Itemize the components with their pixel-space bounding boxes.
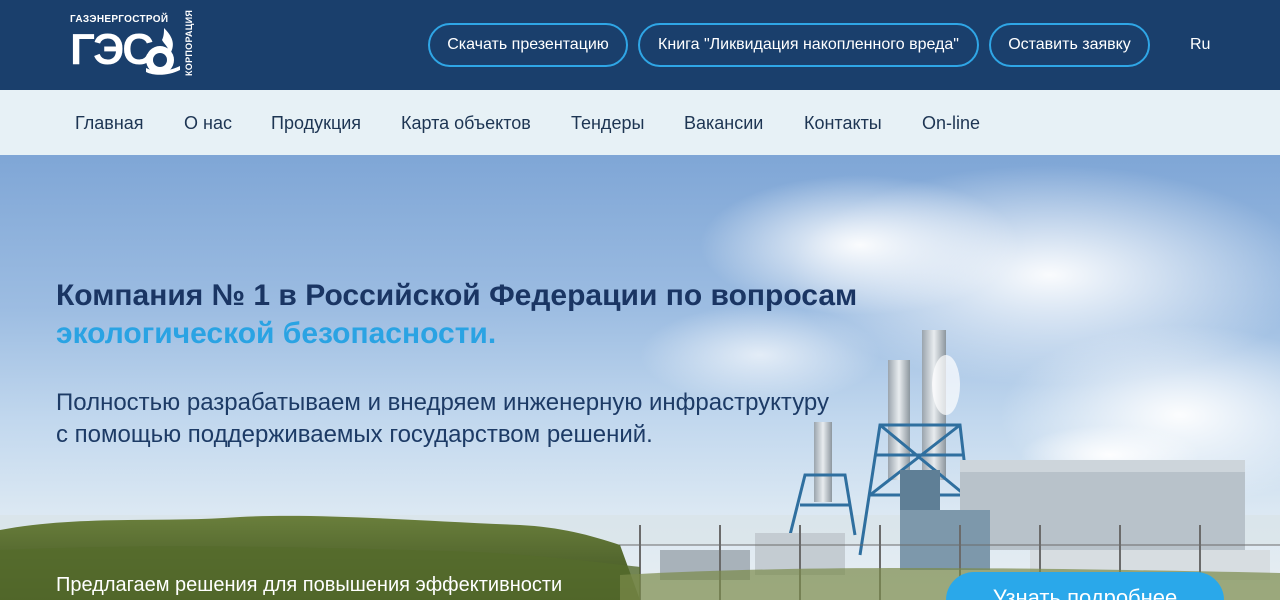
company-logo[interactable]: ГАЗЭНЕРГОСТРОЙ ГЭС КОРПОРАЦИЯ — [70, 9, 200, 78]
nav-item-contacts[interactable]: Контакты — [804, 113, 882, 133]
hero-title: Компания № 1 в Российской Федерации по в… — [56, 277, 956, 353]
nav-item-products[interactable]: Продукция — [271, 113, 361, 133]
nav-item-home[interactable]: Главная — [75, 113, 144, 133]
language-selector[interactable]: Ru — [1190, 35, 1210, 55]
main-nav: Главная О нас Продукция Карта объектов Т… — [0, 90, 1280, 155]
logo-main-text: ГЭС — [70, 25, 154, 74]
hero-subtitle-line1: Полностью разрабатываем и внедряем инжен… — [56, 389, 830, 416]
nav-item-map[interactable]: Карта объектов — [401, 113, 531, 133]
flame-logo-icon — [146, 28, 180, 75]
logo-side-text: КОРПОРАЦИЯ — [184, 9, 194, 76]
nav-item-vacancies[interactable]: Вакансии — [684, 113, 763, 133]
hero-subtitle: Полностью разрабатываем и внедряем инжен… — [56, 387, 916, 451]
hero-title-accent: экологической безопасности. — [56, 317, 497, 350]
leave-request-button[interactable]: Оставить заявку — [989, 23, 1150, 67]
book-button[interactable]: Книга "Ликвидация накопленного вреда" — [638, 23, 979, 67]
nav-item-online[interactable]: On-line — [922, 113, 980, 133]
logo-top-text: ГАЗЭНЕРГОСТРОЙ — [70, 14, 169, 25]
hero-subtitle-line2: с помощью поддерживаемых государством ре… — [56, 421, 653, 448]
nav-item-about[interactable]: О нас — [184, 113, 232, 133]
nav-item-tenders[interactable]: Тендеры — [571, 113, 644, 133]
top-header: ГАЗЭНЕРГОСТРОЙ ГЭС КОРПОРАЦИЯ Скачать пр… — [0, 0, 1280, 90]
hero-bottom-text: Предлагаем решения для повышения эффекти… — [56, 574, 563, 596]
download-presentation-button[interactable]: Скачать презентацию — [428, 23, 628, 67]
hero-title-main: Компания № 1 в Российской Федерации по в… — [56, 279, 858, 312]
learn-more-button[interactable]: Узнать подробнее — [946, 572, 1224, 600]
hero-banner: Компания № 1 в Российской Федерации по в… — [0, 155, 1280, 600]
industrial-plant-image — [0, 165, 1280, 600]
